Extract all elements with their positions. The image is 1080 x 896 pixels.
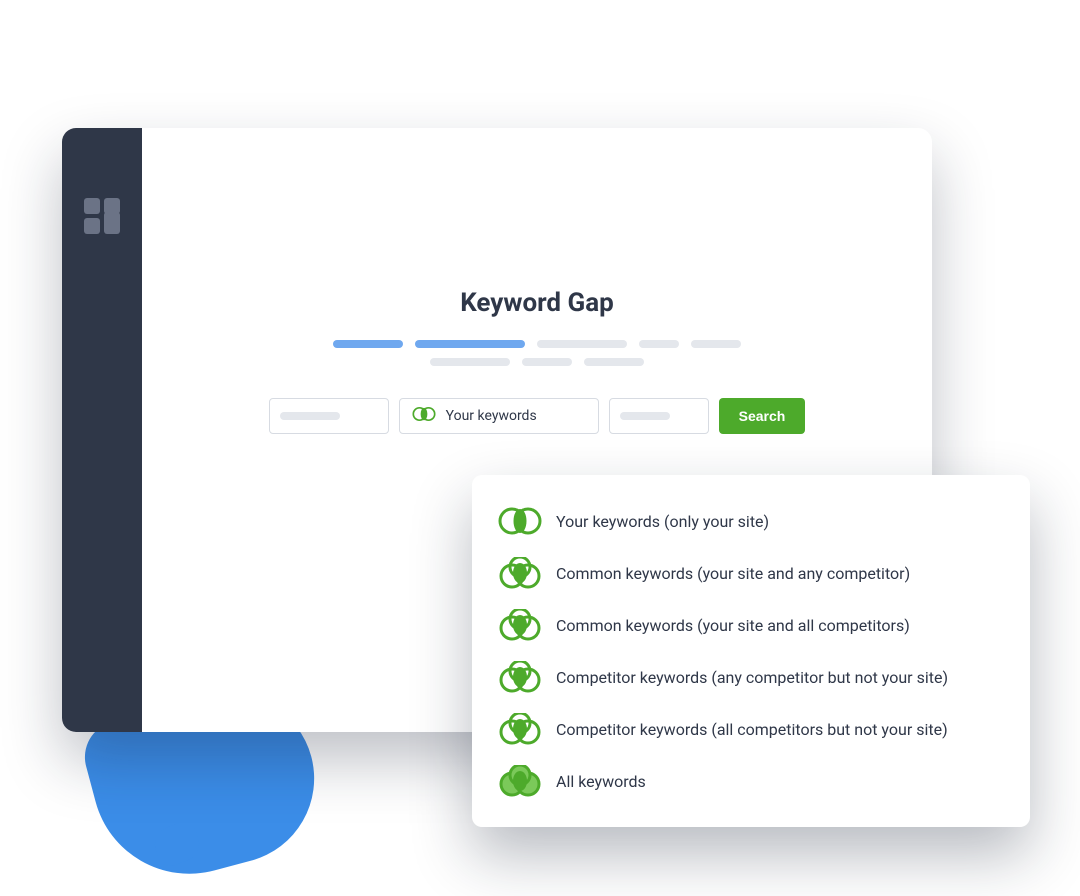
venn-icon bbox=[498, 505, 542, 537]
competitor-input[interactable] bbox=[609, 398, 709, 434]
sidebar bbox=[62, 128, 142, 732]
dropdown-item-label: Common keywords (your site and all compe… bbox=[556, 616, 910, 635]
locale-select[interactable] bbox=[269, 398, 389, 434]
tab-placeholder bbox=[522, 358, 572, 366]
dropdown-item-label: Your keywords (only your site) bbox=[556, 512, 769, 531]
keyword-filter-dropdown: Your keywords (only your site) Common ke… bbox=[472, 475, 1030, 827]
venn-icon bbox=[498, 765, 542, 797]
dropdown-item-all-keywords[interactable]: All keywords bbox=[494, 755, 1008, 807]
dropdown-item-competitor-any[interactable]: Competitor keywords (any competitor but … bbox=[494, 651, 1008, 703]
tab-placeholder bbox=[537, 340, 627, 348]
dropdown-item-common-any[interactable]: Common keywords (your site and any compe… bbox=[494, 547, 1008, 599]
venn-icon bbox=[498, 713, 542, 745]
form-row: Your keywords Search bbox=[269, 398, 806, 434]
tab-placeholder bbox=[639, 340, 679, 348]
venn-icon bbox=[498, 609, 542, 641]
venn-icon bbox=[498, 661, 542, 693]
tab-placeholder bbox=[584, 358, 644, 366]
tab-placeholder bbox=[691, 340, 741, 348]
dropdown-item-competitor-all[interactable]: Competitor keywords (all competitors but… bbox=[494, 703, 1008, 755]
tab-placeholder bbox=[333, 340, 403, 348]
your-keywords-label: Your keywords bbox=[446, 408, 537, 424]
dropdown-item-label: Competitor keywords (any competitor but … bbox=[556, 668, 948, 687]
your-keywords-selector[interactable]: Your keywords bbox=[399, 398, 599, 434]
venn-icon bbox=[498, 557, 542, 589]
dropdown-item-label: Competitor keywords (all competitors but… bbox=[556, 720, 948, 739]
search-button[interactable]: Search bbox=[719, 398, 806, 434]
dropdown-item-your-keywords[interactable]: Your keywords (only your site) bbox=[494, 495, 1008, 547]
dropdown-item-label: Common keywords (your site and any compe… bbox=[556, 564, 910, 583]
tab-bar-row-1 bbox=[333, 340, 741, 348]
page-title: Keyword Gap bbox=[460, 288, 614, 318]
tab-placeholder bbox=[430, 358, 510, 366]
venn-icon bbox=[410, 405, 438, 427]
dropdown-item-common-all[interactable]: Common keywords (your site and all compe… bbox=[494, 599, 1008, 651]
dropdown-item-label: All keywords bbox=[556, 772, 646, 791]
tab-bar-row-2 bbox=[430, 358, 644, 366]
app-logo-icon bbox=[84, 198, 120, 234]
tab-placeholder bbox=[415, 340, 525, 348]
